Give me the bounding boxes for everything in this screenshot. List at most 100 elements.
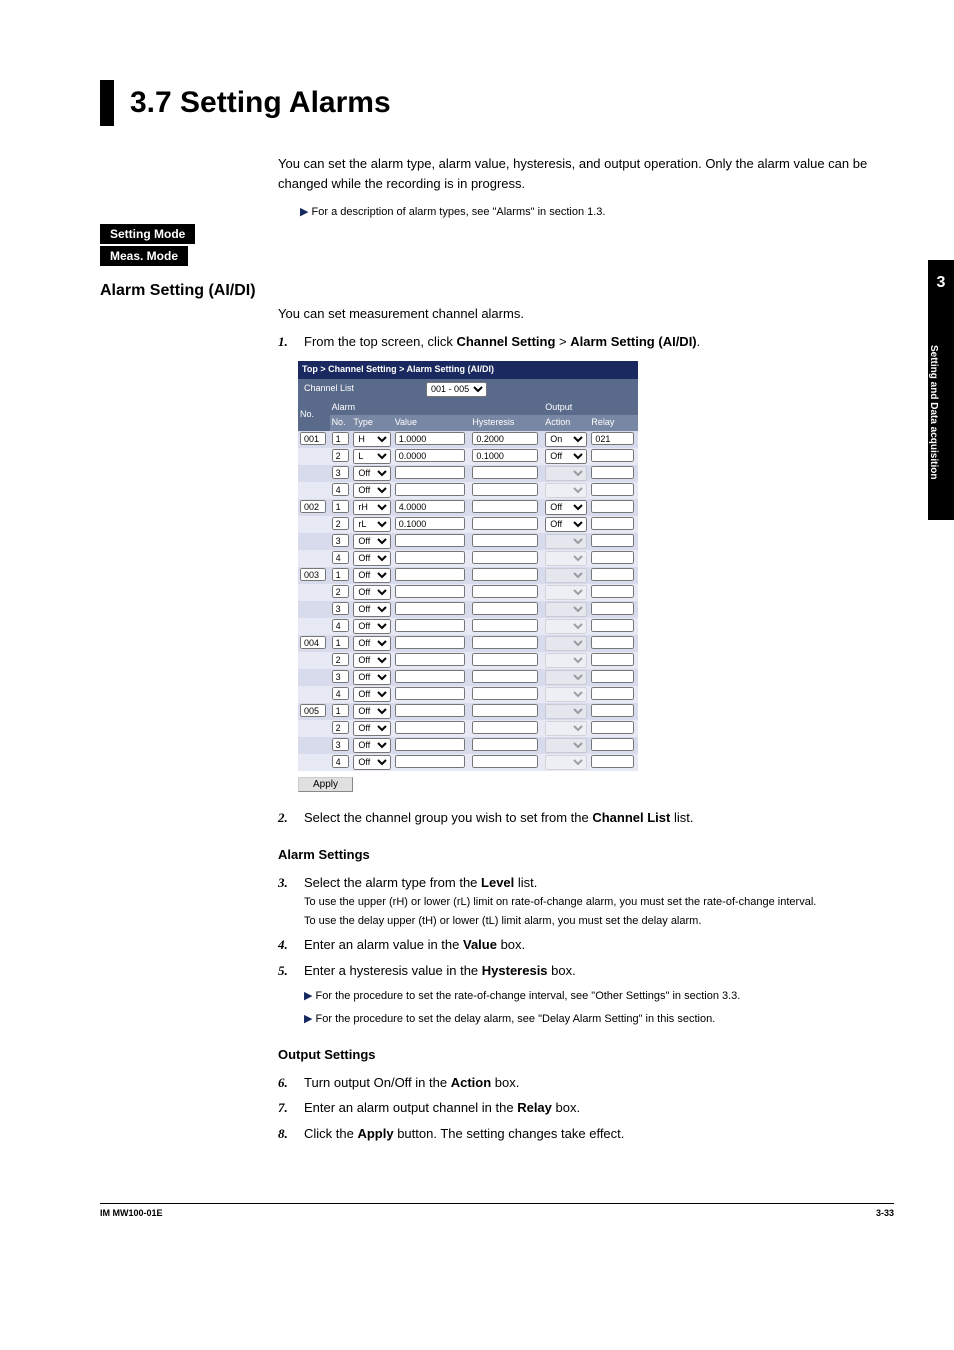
hysteresis-input[interactable] (472, 721, 537, 734)
action-select[interactable] (545, 653, 587, 668)
type-select[interactable]: rL (353, 517, 390, 532)
value-input[interactable] (395, 670, 465, 683)
type-select[interactable]: Off (353, 585, 390, 600)
hysteresis-input[interactable] (472, 432, 537, 445)
type-select[interactable]: Off (353, 653, 390, 668)
relay-input[interactable] (591, 517, 633, 530)
value-input[interactable] (395, 721, 465, 734)
type-select[interactable]: Off (353, 551, 390, 566)
action-select[interactable] (545, 687, 587, 702)
value-input[interactable] (395, 619, 465, 632)
hysteresis-input[interactable] (472, 585, 537, 598)
relay-input[interactable] (591, 704, 633, 717)
action-select[interactable] (545, 704, 587, 719)
relay-input[interactable] (591, 738, 633, 751)
action-select[interactable] (545, 534, 587, 549)
value-input[interactable] (395, 432, 465, 445)
hysteresis-input[interactable] (472, 619, 537, 632)
value-input[interactable] (395, 568, 465, 581)
hysteresis-input[interactable] (472, 466, 537, 479)
action-select[interactable] (545, 466, 587, 481)
value-input[interactable] (395, 755, 465, 768)
hysteresis-input[interactable] (472, 500, 537, 513)
relay-input[interactable] (591, 755, 633, 768)
value-input[interactable] (395, 602, 465, 615)
value-input[interactable] (395, 500, 465, 513)
action-select[interactable] (545, 602, 587, 617)
type-select[interactable]: Off (353, 704, 390, 719)
hysteresis-input[interactable] (472, 755, 537, 768)
hysteresis-input[interactable] (472, 704, 537, 717)
relay-input[interactable] (591, 585, 633, 598)
action-select[interactable] (545, 551, 587, 566)
relay-input[interactable] (591, 466, 633, 479)
relay-input[interactable] (591, 449, 633, 462)
apply-button[interactable]: Apply (298, 777, 353, 792)
type-select[interactable]: L (353, 449, 390, 464)
hysteresis-input[interactable] (472, 636, 537, 649)
relay-input[interactable] (591, 534, 633, 547)
type-select[interactable]: rH (353, 500, 390, 515)
type-select[interactable]: H (353, 432, 390, 447)
action-select[interactable] (545, 483, 587, 498)
type-select[interactable]: Off (353, 755, 390, 770)
action-select[interactable] (545, 670, 587, 685)
channel-list-select[interactable]: 001 - 005 (426, 382, 487, 397)
hysteresis-input[interactable] (472, 653, 537, 666)
relay-input[interactable] (591, 551, 633, 564)
value-input[interactable] (395, 704, 465, 717)
type-select[interactable]: Off (353, 534, 390, 549)
action-select[interactable]: Off (545, 500, 587, 515)
action-select[interactable] (545, 721, 587, 736)
relay-input[interactable] (591, 432, 633, 445)
hysteresis-input[interactable] (472, 738, 537, 751)
action-select[interactable] (545, 738, 587, 753)
value-input[interactable] (395, 653, 465, 666)
value-input[interactable] (395, 483, 465, 496)
action-select[interactable] (545, 619, 587, 634)
hysteresis-input[interactable] (472, 568, 537, 581)
hysteresis-input[interactable] (472, 449, 537, 462)
value-input[interactable] (395, 636, 465, 649)
type-select[interactable]: Off (353, 670, 390, 685)
action-select[interactable]: Off (545, 449, 587, 464)
value-input[interactable] (395, 449, 465, 462)
value-input[interactable] (395, 466, 465, 479)
action-select[interactable] (545, 755, 587, 770)
relay-input[interactable] (591, 721, 633, 734)
action-select[interactable] (545, 568, 587, 583)
hysteresis-input[interactable] (472, 483, 537, 496)
action-select[interactable]: On (545, 432, 587, 447)
relay-input[interactable] (591, 568, 633, 581)
type-select[interactable]: Off (353, 466, 390, 481)
hysteresis-input[interactable] (472, 602, 537, 615)
value-input[interactable] (395, 687, 465, 700)
relay-input[interactable] (591, 602, 633, 615)
hysteresis-input[interactable] (472, 517, 537, 530)
type-select[interactable]: Off (353, 568, 390, 583)
type-select[interactable]: Off (353, 636, 390, 651)
type-select[interactable]: Off (353, 483, 390, 498)
action-select[interactable] (545, 636, 587, 651)
value-input[interactable] (395, 738, 465, 751)
relay-input[interactable] (591, 500, 633, 513)
type-select[interactable]: Off (353, 687, 390, 702)
relay-input[interactable] (591, 483, 633, 496)
type-select[interactable]: Off (353, 738, 390, 753)
value-input[interactable] (395, 551, 465, 564)
relay-input[interactable] (591, 619, 633, 632)
hysteresis-input[interactable] (472, 534, 537, 547)
hysteresis-input[interactable] (472, 551, 537, 564)
value-input[interactable] (395, 517, 465, 530)
hysteresis-input[interactable] (472, 687, 537, 700)
relay-input[interactable] (591, 687, 633, 700)
action-select[interactable] (545, 585, 587, 600)
value-input[interactable] (395, 585, 465, 598)
type-select[interactable]: Off (353, 602, 390, 617)
type-select[interactable]: Off (353, 619, 390, 634)
action-select[interactable]: Off (545, 517, 587, 532)
hysteresis-input[interactable] (472, 670, 537, 683)
relay-input[interactable] (591, 670, 633, 683)
relay-input[interactable] (591, 636, 633, 649)
value-input[interactable] (395, 534, 465, 547)
